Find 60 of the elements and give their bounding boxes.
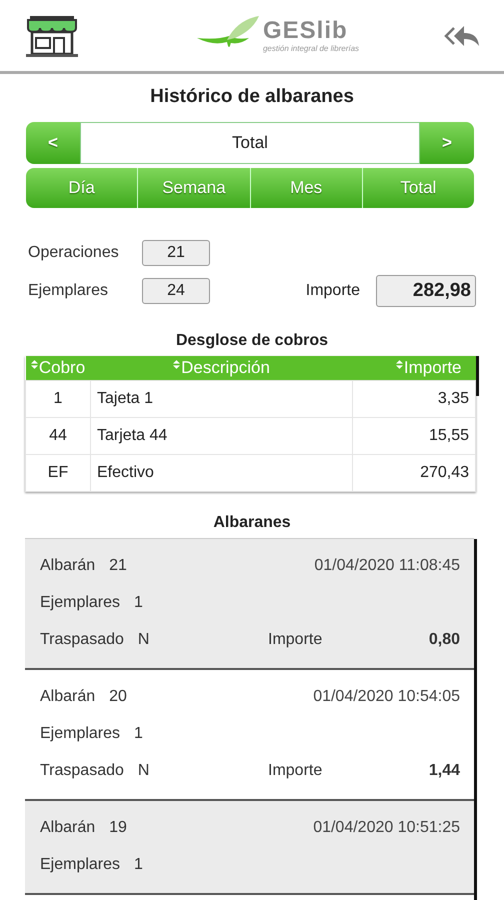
albaran-number: 20 — [109, 687, 127, 707]
ejemplares-value: 1 — [134, 855, 143, 875]
table-cell: Tarjeta 44 — [90, 418, 352, 454]
importe-label: Importe — [306, 282, 360, 300]
albaran-label: Albarán — [40, 818, 96, 838]
ejemplares-label: Ejemplares — [40, 593, 120, 613]
sort-icon — [396, 360, 403, 369]
period-tab[interactable]: Total — [362, 168, 474, 208]
previous-button[interactable]: < — [26, 122, 80, 164]
traspasado-value: N — [138, 761, 150, 781]
scrollbar — [476, 356, 479, 396]
albaran-label: Albarán — [40, 556, 96, 576]
column-header[interactable]: Descripción — [90, 356, 352, 380]
importe-value: 282,98 — [376, 275, 476, 307]
table-cell: 1 — [26, 380, 90, 418]
next-button[interactable]: > — [420, 122, 474, 164]
table-cell: Tajeta 1 — [90, 380, 352, 418]
operaciones-label: Operaciones — [28, 244, 120, 262]
ejemplares-label: Ejemplares — [40, 855, 120, 875]
delivery-note-card[interactable]: Albarán 19 01/04/2020 10:51:25 Ejemplares 1 — [25, 801, 474, 895]
albaran-label: Albarán — [40, 687, 96, 707]
table-cell: 270,43 — [352, 454, 476, 492]
section-title: Albaranes — [212, 514, 292, 532]
page-title: Histórico de albaranes — [149, 86, 355, 108]
ejemplares-value: 1 — [134, 724, 143, 744]
column-header[interactable]: Importe — [352, 356, 476, 380]
importe-label: Importe — [268, 761, 324, 781]
albaran-number: 19 — [109, 818, 127, 838]
date-time: 01/04/2020 10:54:05 — [313, 687, 460, 707]
ejemplares-value: 1 — [134, 593, 143, 613]
logo-wordmark: GESlib — [262, 18, 349, 44]
date-time: 01/04/2020 11:08:45 — [314, 556, 460, 576]
reply-all-icon[interactable] — [444, 24, 480, 48]
delivery-note-card[interactable]: Albarán 21 01/04/2020 11:08:45 Ejemplares 1 Traspasado N Importe 0,80 — [25, 539, 474, 670]
albaran-number: 21 — [109, 556, 127, 576]
importe-value: 0,80 — [428, 630, 460, 650]
period-tab[interactable]: Mes — [250, 168, 363, 208]
table-cell: Efectivo — [90, 454, 352, 492]
traspasado-label: Traspasado — [40, 761, 124, 781]
table-cell: EF — [26, 454, 90, 492]
section-title: Desglose de cobros — [174, 332, 330, 350]
importe-label: Importe — [268, 630, 324, 650]
table-cell: 15,55 — [352, 418, 476, 454]
table-cell: 3,35 — [352, 380, 476, 418]
ejemplares-label: Ejemplares — [28, 282, 110, 300]
ejemplares-label: Ejemplares — [40, 724, 120, 744]
logo-tagline: gestión integral de librerías — [262, 44, 360, 53]
ejemplares-value: 24 — [142, 278, 210, 304]
column-header[interactable]: Cobro — [26, 356, 90, 380]
period-display: Total — [80, 122, 420, 164]
table-cell: 44 — [26, 418, 90, 454]
importe-value: 1,44 — [428, 761, 460, 781]
traspasado-label: Traspasado — [40, 630, 124, 650]
sort-icon — [173, 360, 180, 369]
period-tab[interactable]: Día — [26, 168, 138, 208]
traspasado-value: N — [138, 630, 150, 650]
date-time: 01/04/2020 10:51:25 — [313, 818, 460, 838]
operaciones-value: 21 — [142, 240, 210, 266]
period-tab[interactable]: Semana — [138, 168, 250, 208]
sort-icon — [30, 360, 38, 369]
